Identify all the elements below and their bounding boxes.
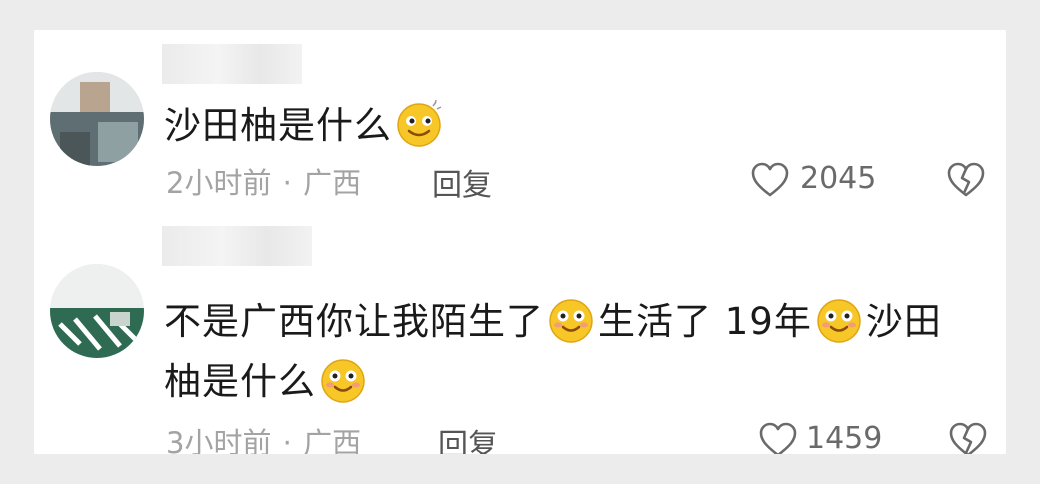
comment-text-line-2: 柚是什么 xyxy=(164,354,370,410)
smiling-face-emoji-icon xyxy=(549,299,593,343)
username-blurred[interactable] xyxy=(162,44,302,84)
comment-time: 2小时前 xyxy=(166,166,272,200)
comment-text-part: 生活了 19年 xyxy=(598,300,812,343)
comment-text-part: 不是广西你让我陌生了 xyxy=(164,300,544,343)
reply-button[interactable]: 回复 xyxy=(432,160,492,204)
smiling-face-emoji-icon xyxy=(321,359,365,403)
heart-like-icon[interactable] xyxy=(758,422,798,454)
smiling-face-emoji-icon xyxy=(397,100,442,147)
comment-text: 沙田柚是什么 xyxy=(164,98,446,154)
heart-like-icon[interactable] xyxy=(750,162,790,198)
avatar[interactable] xyxy=(50,72,144,166)
smiling-face-emoji-icon xyxy=(817,299,861,343)
meta-separator: · xyxy=(282,166,292,200)
comment-meta: 2小时前 · 广西 xyxy=(166,160,361,202)
comment-text-part: 柚是什么 xyxy=(164,360,316,403)
comment-text-part: 沙田 xyxy=(865,300,942,343)
avatar[interactable] xyxy=(50,264,144,358)
like-count: 1459 xyxy=(806,421,883,454)
comment-list: 沙田柚是什么 2小时前 · 广西 回复 2045 不是广西你让我陌生了 生活了 … xyxy=(34,30,1006,454)
comment-time: 3小时前 xyxy=(166,426,272,454)
broken-heart-dislike-icon[interactable] xyxy=(948,421,988,454)
comment-location: 广西 xyxy=(303,166,362,200)
reply-button[interactable]: 回复 xyxy=(438,420,498,454)
comment-text-content: 沙田柚是什么 xyxy=(164,104,392,147)
broken-heart-dislike-icon[interactable] xyxy=(946,161,986,199)
meta-separator: · xyxy=(282,426,292,454)
avatar-image-icon xyxy=(50,72,144,166)
comment-location: 广西 xyxy=(303,426,362,454)
comment-text: 不是广西你让我陌生了 生活了 19年 沙田 xyxy=(164,294,942,350)
username-blurred[interactable] xyxy=(162,226,312,266)
like-count: 2045 xyxy=(800,161,877,196)
avatar-image-icon xyxy=(50,264,144,358)
comment-meta: 3小时前 · 广西 xyxy=(166,420,361,454)
